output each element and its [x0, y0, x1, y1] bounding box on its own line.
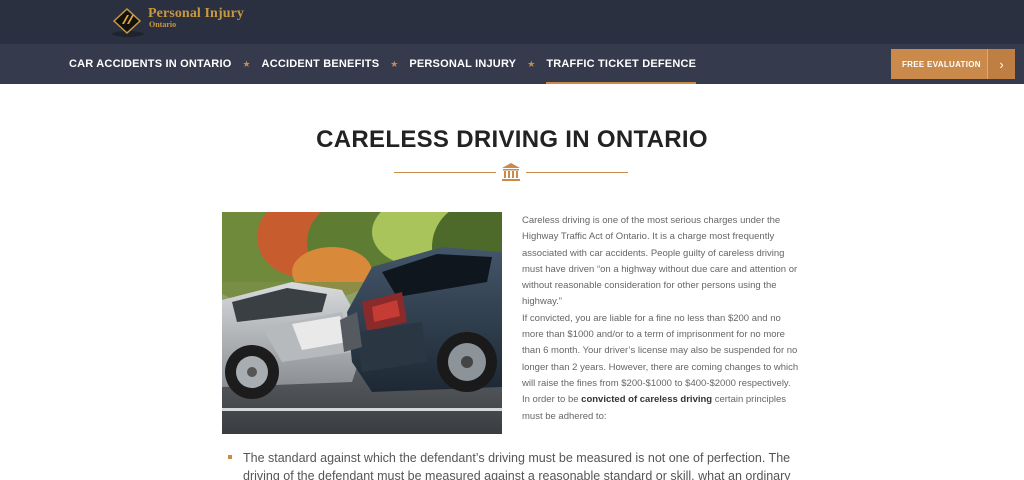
principles-list: The standard against which the defendant… — [228, 449, 798, 480]
title-divider — [394, 160, 628, 184]
bullet-square-icon — [228, 455, 232, 459]
logo-title: Personal Injury — [148, 6, 244, 21]
nav-separator-star-icon: ★ — [390, 58, 399, 69]
nav-item-car-accidents[interactable]: CAR ACCIDENTS IN ONTARIO — [69, 44, 231, 84]
logo-subtitle: Ontario — [149, 20, 177, 29]
chevron-right-icon: › — [987, 49, 1015, 79]
article-body: Careless driving is one of the most seri… — [522, 213, 802, 425]
free-evaluation-label: FREE EVALUATION — [902, 59, 981, 69]
car-accident-photo — [222, 212, 502, 434]
site-logo[interactable]: Personal Injury Ontario — [110, 4, 244, 40]
nav-item-traffic-ticket-defence[interactable]: TRAFFIC TICKET DEFENCE — [546, 44, 697, 84]
paragraph-principles: In order to be convicted of careless dri… — [522, 394, 787, 422]
nav-item-accident-benefits[interactable]: ACCIDENT BENEFITS — [262, 44, 380, 84]
main-navigation-bar: CAR ACCIDENTS IN ONTARIO ★ ACCIDENT BENE… — [0, 44, 1024, 84]
road-sign-icon — [110, 4, 146, 38]
bank-columns-icon — [500, 161, 522, 183]
paragraph-penalties: If convicted, you are liable for a fine … — [522, 312, 799, 389]
nav-separator-star-icon: ★ — [242, 58, 251, 69]
top-header-bar: Personal Injury Ontario — [0, 0, 1024, 44]
list-item: The standard against which the defendant… — [228, 449, 798, 480]
nav-separator-star-icon: ★ — [527, 58, 536, 69]
paragraph-intro: Careless driving is one of the most seri… — [522, 215, 798, 308]
nav-item-personal-injury[interactable]: PERSONAL INJURY — [409, 44, 516, 84]
convicted-careless-driving-emphasis: convicted of careless driving — [581, 394, 713, 406]
list-item-text: The standard against which the defendant… — [243, 451, 791, 480]
free-evaluation-button[interactable]: FREE EVALUATION › — [891, 49, 1015, 79]
page-title: CARELESS DRIVING IN ONTARIO — [316, 126, 708, 153]
main-nav: CAR ACCIDENTS IN ONTARIO ★ ACCIDENT BENE… — [69, 44, 697, 84]
